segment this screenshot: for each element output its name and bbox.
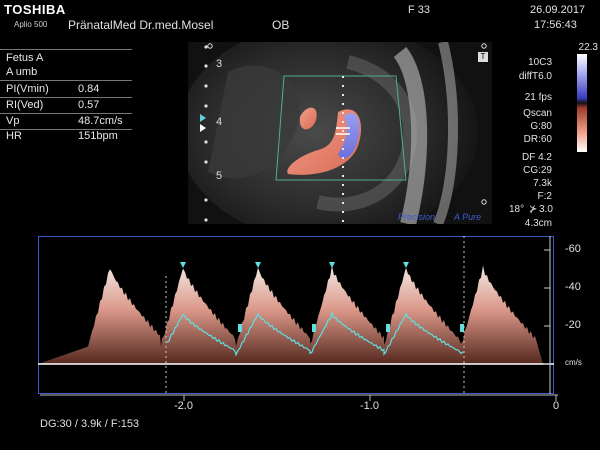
divider <box>0 80 132 81</box>
measurement-name: RI(Ved) <box>6 99 44 111</box>
vessel-label: A umb <box>6 66 38 78</box>
color-scale-max: 22.3 <box>578 42 598 53</box>
probe-badge: T <box>478 52 488 62</box>
parameters-panel: 22.3 10C3 diffT6.0 21 fps Qscan G:80 DR:… <box>505 42 600 232</box>
brand-logo: TOSHIBA <box>4 2 66 17</box>
measurement-value: 0.84 <box>78 83 100 95</box>
measurement-value: 48.7cm/s <box>78 115 123 127</box>
param-qscan: Qscan <box>523 108 552 119</box>
velocity-tick: -40 <box>565 281 581 293</box>
param-fps: 21 fps <box>524 92 552 103</box>
measurement-name: HR <box>6 130 22 142</box>
clinic-name: PränatalMed Dr.med.Mosel <box>68 18 214 32</box>
b-mode-image <box>178 22 492 242</box>
param-f: F:2 <box>537 191 552 202</box>
divider <box>0 97 132 98</box>
param-cg: CG:29 <box>523 165 552 176</box>
velocity-tick: -60 <box>565 243 581 255</box>
param-gain: G:80 <box>530 121 552 132</box>
depth-mark: 3 <box>216 58 223 70</box>
time-tick: 0 <box>553 400 560 412</box>
divider <box>0 49 132 50</box>
color-scale-bar <box>577 54 587 152</box>
doppler-settings: DG:30 / 3.9k / F:153 <box>40 418 140 430</box>
param-probe: 10C3 <box>528 57 552 68</box>
velocity-tick: -20 <box>565 319 581 331</box>
param-angle-value: 3.0 <box>539 204 553 215</box>
measurement-name: Vp <box>6 115 20 127</box>
exam-mode: OB <box>272 18 290 32</box>
spectral-doppler: -60 -40 -20 cm/s <box>38 236 582 394</box>
param-prf: 7.3k <box>533 178 552 189</box>
depth-mark: 4 <box>216 116 223 128</box>
model-label: Aplio 500 <box>14 20 48 29</box>
frame-number: F 33 <box>408 4 431 16</box>
depth-mark: 5 <box>216 170 223 182</box>
time-tick: -1.0 <box>360 400 379 412</box>
param-filter: diffT6.0 <box>518 71 552 82</box>
ultrasound-image: 3 4 5 Precision A Pure T <box>178 22 492 242</box>
precision-watermark: Precision <box>398 212 436 222</box>
spectral-waveform <box>38 236 554 394</box>
param-dr: DR:60 <box>523 134 552 145</box>
fetus-label: Fetus A <box>6 52 44 64</box>
exam-date: 26.09.2017 <box>530 4 586 16</box>
measurement-value: 0.57 <box>78 99 100 111</box>
measurement-name: PI(Vmin) <box>6 83 49 95</box>
param-df: DF 4.2 <box>521 152 552 163</box>
time-axis: -2.0 -1.0 0 <box>40 394 560 416</box>
header-bar: TOSHIBA Aplio 500 PränatalMed Dr.med.Mos… <box>0 0 600 40</box>
apure-watermark: A Pure <box>454 212 482 222</box>
divider <box>0 113 132 114</box>
param-depth: 4.3cm <box>524 218 552 229</box>
velocity-unit: cm/s <box>565 358 582 367</box>
angle-icon: ⊁ <box>529 204 538 215</box>
param-angle-label: 18° <box>509 204 525 215</box>
measurement-value: 151bpm <box>78 130 118 142</box>
time-tick: -2.0 <box>174 400 193 412</box>
exam-time: 17:56:43 <box>534 19 577 31</box>
